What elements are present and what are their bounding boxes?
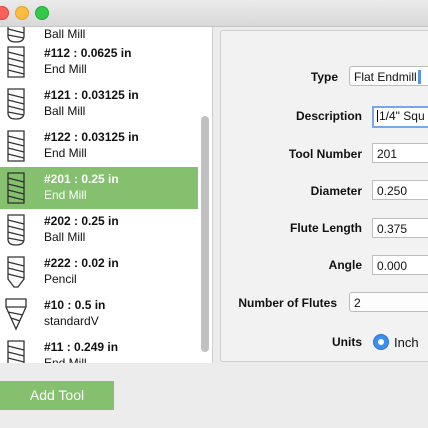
zoom-window-button[interactable] [35, 6, 49, 20]
number-of-flutes-label: Number of Flutes [238, 296, 337, 310]
flute-length-label: Flute Length [290, 221, 362, 235]
ball-mill-icon [7, 88, 25, 120]
diameter-label: Diameter [310, 184, 362, 198]
units-inch-label[interactable]: Inch [394, 335, 419, 350]
tool-list-item[interactable]: #10 : 0.5 in standardV [0, 293, 198, 335]
tool-list[interactable]: Ball Mill #112 : 0.0625 in End Mill #121… [0, 27, 213, 363]
tool-name: #122 : 0.03125 in [44, 130, 139, 144]
ball-mill-icon [7, 214, 25, 246]
tool-name: #121 : 0.03125 in [44, 88, 139, 102]
type-select[interactable]: Flat Endmill [349, 66, 428, 86]
tool-name: #202 : 0.25 in [44, 214, 119, 228]
tool-list-item[interactable]: #222 : 0.02 in Pencil [0, 251, 198, 293]
tool-list-item[interactable]: #112 : 0.0625 in End Mill [0, 41, 198, 83]
tool-list-item-selected[interactable]: #201 : 0.25 in End Mill [0, 167, 198, 209]
title-bar [0, 0, 428, 27]
tool-name: #112 : 0.0625 in [44, 46, 132, 60]
end-mill-icon [7, 340, 25, 363]
minimize-window-button[interactable] [15, 6, 29, 20]
v-bit-icon [5, 298, 27, 331]
tool-type: End Mill [44, 62, 87, 76]
tool-type: Ball Mill [44, 230, 86, 244]
tool-list-item[interactable]: #11 : 0.249 in End Mill [0, 335, 198, 363]
tool-name: #11 : 0.249 in [44, 340, 119, 354]
type-label: Type [310, 70, 338, 84]
angle-input[interactable]: 0.000 [372, 255, 428, 275]
description-value: 1/4" Squ [379, 109, 425, 123]
radio-selected-dot [378, 339, 384, 345]
tool-type: End Mill [44, 356, 87, 363]
tool-list-item[interactable]: #122 : 0.03125 in End Mill [0, 125, 198, 167]
angle-label: Angle [328, 258, 362, 272]
tool-name: #10 : 0.5 in [44, 298, 106, 312]
tool-type: Ball Mill [44, 104, 86, 118]
description-input[interactable]: 1/4" Squ [372, 106, 428, 128]
end-mill-icon [7, 46, 25, 78]
tool-type: End Mill [44, 188, 87, 202]
units-inch-radio[interactable] [373, 334, 389, 350]
number-of-flutes-select[interactable]: 2 [349, 292, 428, 312]
units-label: Units [332, 335, 362, 349]
tool-type: End Mill [44, 146, 87, 160]
tool-name: #201 : 0.25 in [44, 172, 119, 186]
diameter-input[interactable]: 0.250 [372, 180, 428, 200]
text-cursor [377, 110, 378, 122]
tool-list-item[interactable]: #202 : 0.25 in Ball Mill [0, 209, 198, 251]
tool-list-scrollbar[interactable] [201, 116, 209, 352]
close-window-button[interactable] [0, 6, 9, 20]
type-select-value: Flat Endmill [354, 70, 417, 84]
tool-type: Ball Mill [44, 27, 86, 41]
tool-type: Pencil [44, 272, 77, 286]
tool-list-item[interactable]: #121 : 0.03125 in Ball Mill [0, 83, 198, 125]
dropdown-arrow-icon [417, 70, 421, 84]
flute-length-input[interactable]: 0.375 [372, 218, 428, 238]
end-mill-icon [7, 130, 25, 162]
add-tool-button[interactable]: Add Tool [0, 381, 114, 410]
end-mill-icon [7, 172, 25, 204]
tool-type: standardV [44, 314, 99, 328]
tool-number-input[interactable]: 201 [372, 143, 428, 163]
description-label: Description [295, 109, 362, 123]
tool-number-label: Tool Number [288, 147, 362, 161]
tool-name: #222 : 0.02 in [44, 256, 119, 270]
pencil-tool-icon [7, 256, 25, 288]
